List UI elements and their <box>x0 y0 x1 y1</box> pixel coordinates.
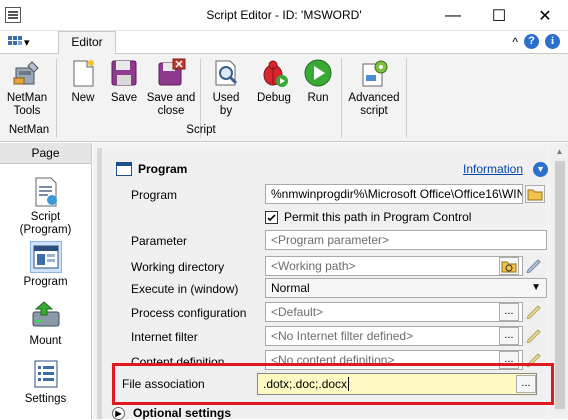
save-and-close-button[interactable]: Save and close <box>146 58 196 118</box>
scroll-thumb[interactable] <box>555 161 565 409</box>
working-directory-field[interactable]: <Working path> <box>265 256 523 276</box>
parameter-field[interactable]: <Program parameter> <box>265 230 547 250</box>
collapse-section-button[interactable]: ▼ <box>533 162 548 177</box>
ribbon-tabs: ▾ Editor ^ ? i <box>0 31 568 54</box>
script-document-icon <box>30 176 62 208</box>
new-label: New <box>71 92 95 104</box>
help-icon[interactable]: ? <box>524 34 539 49</box>
run-label: Run <box>307 92 329 104</box>
debug-label: Debug <box>257 92 291 104</box>
save-button[interactable]: Save <box>107 58 141 105</box>
pencil-icon <box>526 259 541 274</box>
nav-item-label: Program <box>23 276 68 288</box>
new-button[interactable]: New <box>66 58 100 105</box>
magnifier-document-icon <box>211 58 241 88</box>
program-window-icon <box>29 241 62 273</box>
check-icon <box>267 213 276 221</box>
close-button[interactable]: ✕ <box>522 0 568 31</box>
section-title: Program <box>138 162 188 176</box>
nav-item-label: Settings <box>24 393 67 405</box>
advanced-script-button[interactable]: Advanced script <box>346 58 402 118</box>
parameter-label: Parameter <box>131 234 188 248</box>
process-configuration-browse-button[interactable]: ... <box>499 303 519 321</box>
save-and-close-label: Save and close <box>146 92 196 117</box>
program-label: Program <box>131 188 178 202</box>
process-configuration-edit-button[interactable] <box>525 303 545 321</box>
advanced-script-icon <box>359 58 389 88</box>
ribbon-separator <box>406 58 407 138</box>
nav-item-label: Script (Program) <box>19 211 72 236</box>
nav-item-settings[interactable]: Settings <box>0 358 91 406</box>
debug-button[interactable]: Debug <box>254 58 294 105</box>
nav-item-label: Mount <box>29 335 62 347</box>
floppy-disk-icon <box>109 58 139 88</box>
browse-folder-button[interactable] <box>525 185 545 203</box>
expand-icon: ▶ <box>112 406 125 420</box>
tools-icon <box>12 58 42 88</box>
folder-icon <box>527 189 543 201</box>
internet-filter-browse-button[interactable]: ... <box>499 327 519 345</box>
internet-filter-field[interactable]: <No Internet filter defined> <box>265 326 523 346</box>
internet-filter-label: Internet filter <box>131 330 198 344</box>
used-by-button[interactable]: Used by <box>207 58 245 118</box>
permit-label: Permit this path in Program Control <box>284 210 472 224</box>
scroll-up-icon[interactable]: ▲ <box>551 143 568 160</box>
browse-directory-button[interactable] <box>499 257 519 275</box>
collapse-ribbon-icon[interactable]: ^ <box>512 35 518 49</box>
pencil-icon <box>526 329 541 344</box>
program-field[interactable]: %nmwinprogdir%\Microsoft Office\Office16… <box>265 184 523 204</box>
execute-in-select[interactable]: Normal ▼ <box>265 278 547 298</box>
group-label-netman: NetMan <box>8 124 50 136</box>
folder-search-icon <box>501 261 517 273</box>
play-icon <box>303 58 333 88</box>
nav-header: Page <box>0 143 91 164</box>
ribbon: NetMan Tools NetMan New Save Save and cl… <box>0 53 568 142</box>
page-navigation: Page Script (Program) Program Mount Sett… <box>0 143 92 419</box>
title-bar: Script Editor - ID: 'MSWORD' — ☐ ✕ <box>0 0 568 31</box>
help-icons: ^ ? i <box>512 34 560 49</box>
chevron-down-icon: ▼ <box>536 164 545 174</box>
group-label-script: Script <box>186 124 216 136</box>
execute-in-value: Normal <box>271 281 310 295</box>
section-header: Program <box>116 162 187 176</box>
process-configuration-label: Process configuration <box>131 306 247 320</box>
optional-settings-header[interactable]: ▶ Optional settings <box>112 406 231 420</box>
nav-item-script-program[interactable]: Script (Program) <box>0 176 91 237</box>
maximize-button[interactable]: ☐ <box>476 0 522 31</box>
ribbon-separator <box>341 58 342 138</box>
permit-checkbox-row[interactable]: Permit this path in Program Control <box>265 210 471 224</box>
mount-drive-icon <box>30 300 62 332</box>
bug-icon <box>259 58 289 88</box>
nav-item-mount[interactable]: Mount <box>0 300 91 348</box>
tab-editor[interactable]: Editor <box>58 31 116 54</box>
save-label: Save <box>110 92 138 104</box>
nav-item-program[interactable]: Program <box>0 241 91 289</box>
information-link[interactable]: Information <box>463 162 523 176</box>
new-document-icon <box>68 58 98 88</box>
working-directory-edit-button[interactable] <box>525 257 545 275</box>
chevron-down-icon: ▼ <box>531 282 541 293</box>
used-by-label: Used by <box>212 92 240 117</box>
save-close-icon <box>156 58 186 88</box>
settings-list-icon <box>30 358 62 390</box>
ribbon-separator <box>56 58 57 138</box>
minimize-button[interactable]: — <box>430 0 476 31</box>
section-window-icon <box>116 162 132 176</box>
netman-tools-button[interactable]: NetMan Tools <box>6 58 48 118</box>
info-icon[interactable]: i <box>545 34 560 49</box>
netman-tools-label: NetMan Tools <box>6 92 48 117</box>
quick-access-button[interactable]: ▾ <box>8 34 44 50</box>
permit-checkbox[interactable] <box>265 210 278 224</box>
execute-in-label: Execute in (window) <box>131 282 239 296</box>
pencil-icon <box>526 305 541 320</box>
working-directory-label: Working directory <box>131 260 225 274</box>
grid-icon <box>8 36 22 48</box>
run-button[interactable]: Run <box>301 58 335 105</box>
process-configuration-field[interactable]: <Default> <box>265 302 523 322</box>
optional-settings-label: Optional settings <box>133 406 232 420</box>
internet-filter-edit-button[interactable] <box>525 327 545 345</box>
dropdown-arrow-icon: ▾ <box>24 36 30 49</box>
highlight-box <box>112 363 554 405</box>
advanced-script-label: Advanced script <box>348 92 400 117</box>
